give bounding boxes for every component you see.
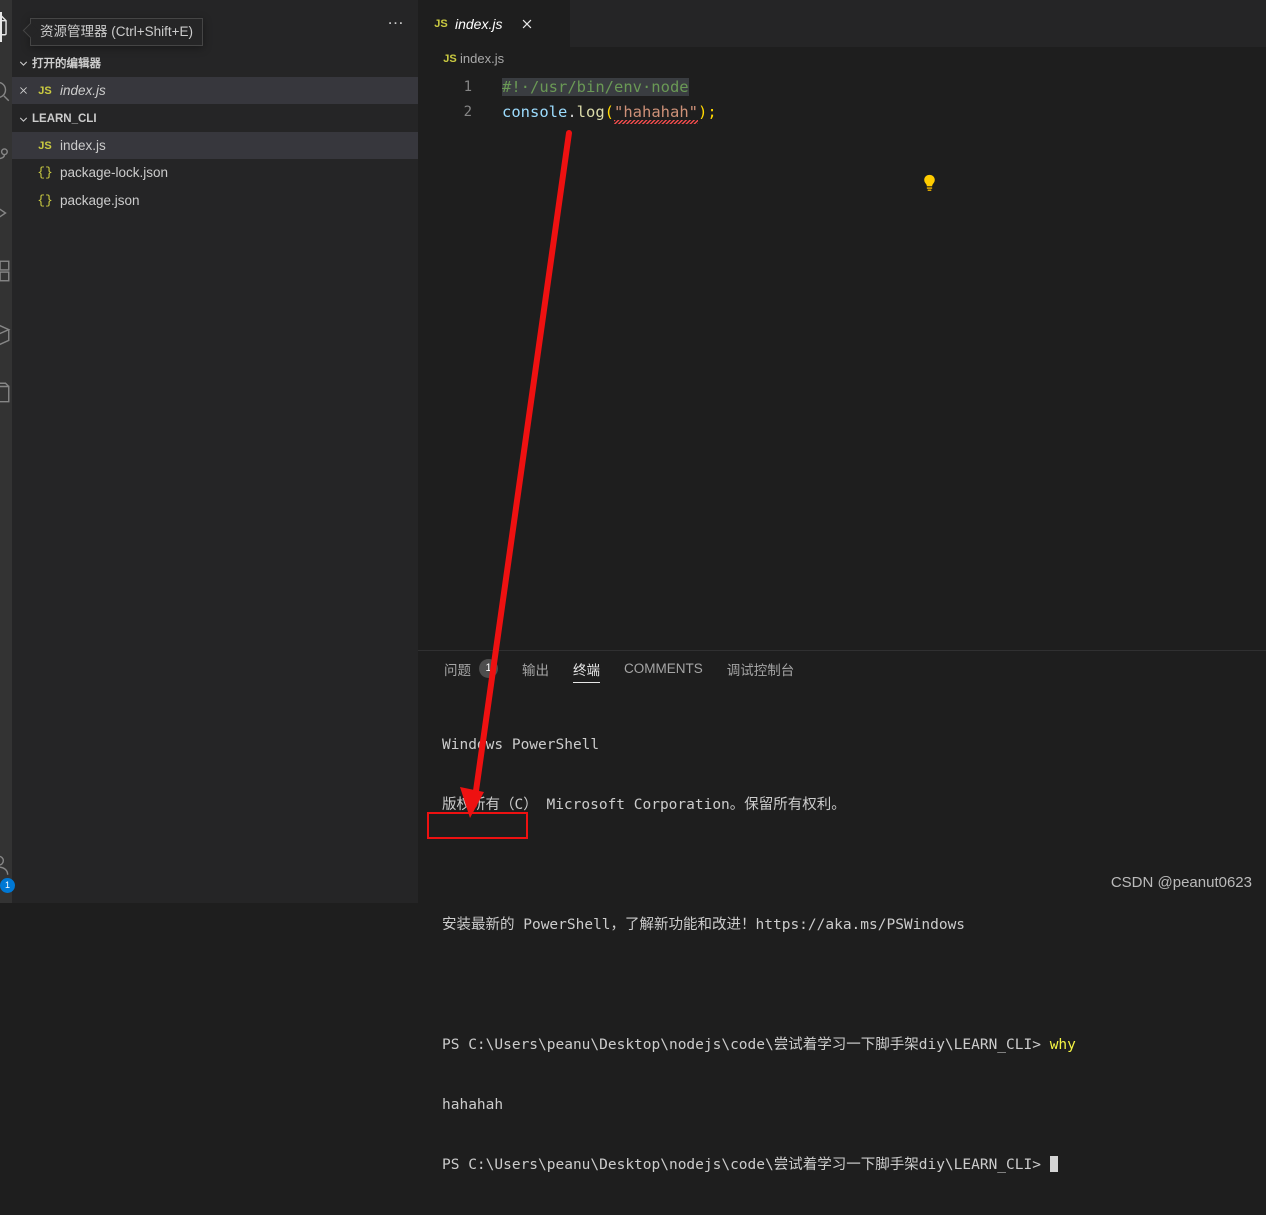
open-editor-item-index-js[interactable]: JS index.js: [12, 77, 418, 104]
explorer-icon[interactable]: [0, 12, 12, 38]
tooltip-text: 资源管理器 (Ctrl+Shift+E): [40, 24, 194, 39]
js-file-icon: JS: [38, 139, 52, 152]
bottom-panel: 问题 1 输出 终端 COMMENTS 调试控制台 Windows PowerS…: [418, 650, 1266, 1173]
code-string-text: "hahahah": [614, 103, 699, 121]
file-item-package-json[interactable]: {} package.json: [12, 187, 418, 214]
file-label: index.js: [60, 138, 106, 153]
tab-debug-console[interactable]: 调试控制台: [727, 651, 795, 686]
tab-output[interactable]: 输出: [522, 651, 549, 686]
js-file-icon: JS: [434, 17, 448, 30]
account-notification-badge[interactable]: 1: [0, 878, 15, 893]
file-item-package-lock-json[interactable]: {} package-lock.json: [12, 159, 418, 186]
account-icon[interactable]: [0, 852, 12, 878]
tab-debug-console-label: 调试控制台: [726, 662, 795, 678]
code-comment: #!·/usr/bin/env·node: [502, 78, 689, 96]
code-dot: .: [567, 103, 577, 121]
terminal-prompt-line-current: PS C:\Users\peanu\Desktop\nodejs\code\尝试…: [442, 1155, 1266, 1175]
code-string-literal: "hahahah": [614, 103, 699, 124]
file-item-index-js[interactable]: JS index.js: [12, 132, 418, 159]
code-left-paren: (: [604, 103, 615, 121]
explorer-tooltip: 资源管理器 (Ctrl+Shift+E): [22, 18, 204, 46]
tab-terminal[interactable]: 终端: [573, 651, 600, 686]
code-identifier-console: console: [502, 103, 568, 121]
terminal-prompt: PS C:\Users\peanu\Desktop\nodejs\code\尝试…: [442, 1037, 1050, 1053]
close-icon[interactable]: [520, 17, 534, 31]
tab-label: index.js: [455, 15, 503, 32]
tab-problems-label: 问题: [444, 662, 471, 678]
section-title-open-editors: 打开的编辑器: [32, 58, 101, 70]
terminal-cursor: [1049, 1156, 1058, 1172]
section-header-open-editors[interactable]: 打开的编辑器: [12, 52, 418, 74]
terminal-output[interactable]: Windows PowerShell 版权所有（C） Microsoft Cor…: [418, 686, 1266, 1173]
file-label: package.json: [60, 193, 140, 208]
terminal-line: 版权所有（C） Microsoft Corporation。保留所有权利。: [442, 797, 846, 813]
code-line-1: 1 #!·/usr/bin/env·node: [418, 75, 1266, 99]
search-icon[interactable]: [0, 78, 12, 104]
extensions-icon[interactable]: [0, 258, 12, 284]
editor-tab-bar: JS index.js: [418, 0, 1266, 47]
terminal-line: Windows PowerShell: [442, 737, 600, 753]
json-file-icon: {}: [37, 193, 53, 208]
chevron-down-icon: [14, 57, 32, 70]
code-editor[interactable]: 1 #!·/usr/bin/env·node 2 console.log("ha…: [418, 72, 1266, 650]
terminal-command: why: [1049, 1037, 1076, 1053]
js-file-icon: JS: [38, 84, 52, 97]
explorer-sidebar: … 资源管理器 (Ctrl+Shift+E) 打开的编辑器 JS index.j…: [12, 0, 418, 903]
code-method-log: log: [576, 103, 605, 121]
terminal-prompt: PS C:\Users\peanu\Desktop\nodejs\code\尝试…: [442, 1157, 1050, 1173]
terminal-prompt-line: PS C:\Users\peanu\Desktop\nodejs\code\尝试…: [442, 1035, 1266, 1055]
js-file-icon: JS: [443, 52, 457, 65]
breadcrumb[interactable]: JS index.js: [418, 47, 1266, 70]
breadcrumb-label: index.js: [460, 51, 505, 66]
json-file-icon: {}: [37, 165, 53, 180]
close-icon[interactable]: [12, 85, 34, 96]
tab-terminal-label: 终端: [573, 662, 600, 678]
file-label: package-lock.json: [60, 165, 169, 180]
problems-count-badge: 1: [479, 659, 498, 678]
code-semicolon: ;: [707, 103, 717, 121]
code-line-2: 2 console.log("hahahah");: [418, 100, 1266, 124]
run-and-debug-icon[interactable]: [0, 200, 12, 226]
terminal-line: 安装最新的 PowerShell，了解新功能和改进！https://aka.ms…: [442, 917, 966, 933]
line-number: 1: [463, 79, 472, 95]
remote-explorer-icon[interactable]: [0, 322, 12, 348]
source-control-icon[interactable]: [0, 142, 12, 168]
sidebar-more-actions-icon[interactable]: …: [387, 10, 405, 27]
tab-output-label: 输出: [522, 662, 549, 678]
tab-comments[interactable]: COMMENTS: [624, 651, 703, 686]
section-header-workspace[interactable]: LEARN_CLI: [12, 108, 418, 130]
chevron-down-icon: [14, 113, 32, 126]
package-icon[interactable]: [0, 380, 12, 406]
tab-problems[interactable]: 问题 1: [444, 651, 498, 686]
tab-comments-label: COMMENTS: [624, 661, 703, 676]
lightbulb-icon[interactable]: [921, 174, 938, 193]
tab-index-js[interactable]: JS index.js: [418, 0, 571, 47]
editor-group: JS index.js JS index.js 1 #!·/usr/bin/en…: [418, 0, 1266, 1173]
open-editor-label: index.js: [60, 83, 106, 98]
error-squiggle-underline: [614, 120, 699, 124]
code-right-paren: ): [698, 103, 708, 121]
activity-bar: 1: [0, 0, 15, 903]
terminal-command-output: hahahah: [442, 1097, 504, 1113]
line-number: 2: [463, 104, 472, 120]
panel-tab-bar: 问题 1 输出 终端 COMMENTS 调试控制台: [418, 651, 1266, 686]
workspace-name: LEARN_CLI: [32, 113, 97, 125]
